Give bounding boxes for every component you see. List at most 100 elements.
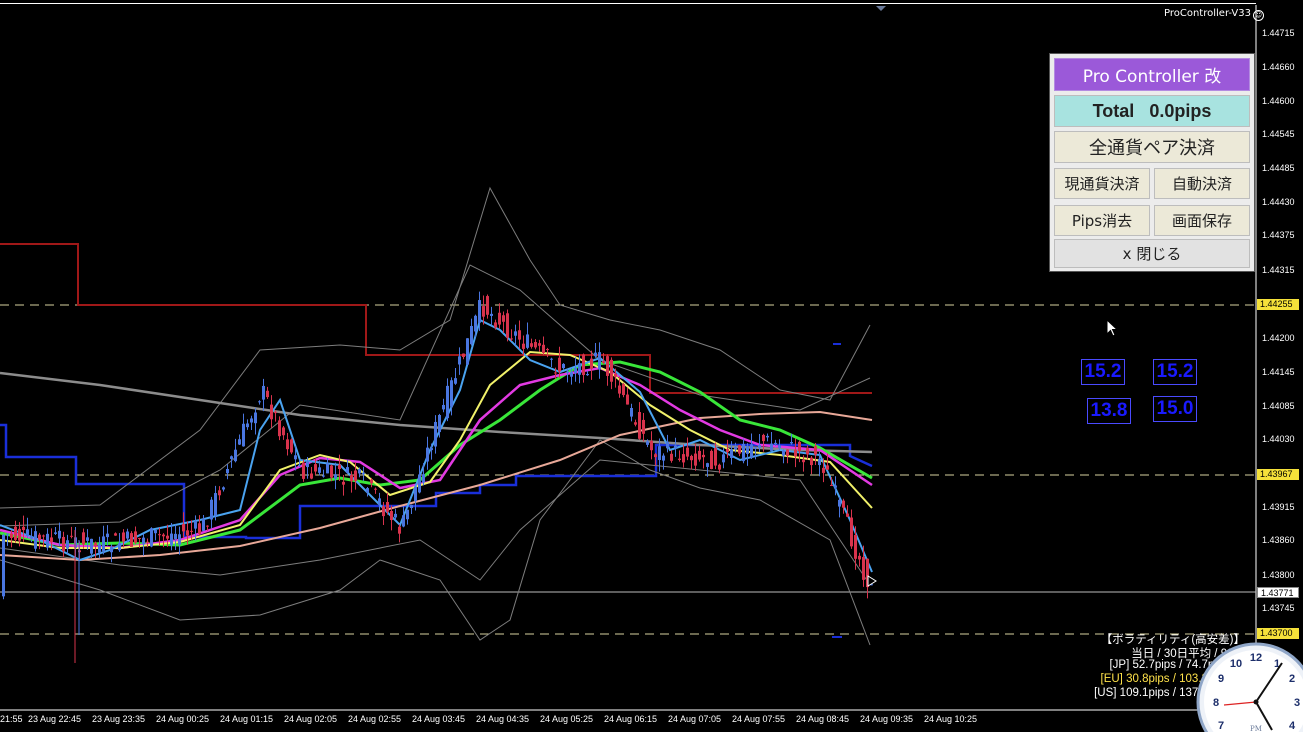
candle-body xyxy=(510,338,513,340)
clock-number: 8 xyxy=(1213,697,1219,709)
candle-body xyxy=(474,315,477,332)
clock-number: 4 xyxy=(1289,720,1296,732)
candle-body xyxy=(494,322,497,328)
candle-body xyxy=(10,533,13,538)
auto-close-button[interactable]: 自動決済 xyxy=(1154,168,1250,199)
candle-body xyxy=(846,513,849,517)
candle-body xyxy=(106,533,109,538)
candle-body xyxy=(30,536,33,539)
candle-body xyxy=(642,419,645,434)
candle-body xyxy=(154,529,157,534)
candle-body xyxy=(70,535,73,537)
candle-body xyxy=(786,449,789,456)
candle-body xyxy=(606,356,609,376)
time-axis-label: 24 Aug 03:45 xyxy=(412,714,466,724)
candle-body xyxy=(82,532,85,545)
candle-body xyxy=(102,536,105,552)
candle-body xyxy=(190,530,193,532)
candle-body xyxy=(482,306,485,317)
candle-body xyxy=(114,533,117,536)
candle-body xyxy=(266,390,269,398)
candle-body xyxy=(758,444,761,448)
candle-body xyxy=(38,534,41,540)
candle-body xyxy=(138,538,141,540)
price-axis-label: 1.44430 xyxy=(1262,197,1295,207)
candle-body xyxy=(54,532,57,534)
time-axis-label: 23 Aug 22:45 xyxy=(28,714,82,724)
candle-body xyxy=(722,454,725,463)
candle-body xyxy=(358,468,361,474)
candle-body xyxy=(286,439,289,450)
candle-body xyxy=(566,371,569,373)
candle-body xyxy=(210,499,213,520)
price-axis-label: 1.44030 xyxy=(1262,434,1295,444)
candle-body xyxy=(806,448,809,455)
candle-body xyxy=(810,457,813,466)
chart-top-border xyxy=(0,3,1256,4)
candle-body xyxy=(802,459,805,463)
candle-body xyxy=(662,455,665,461)
candle-body xyxy=(818,458,821,466)
time-axis-label: 24 Aug 06:15 xyxy=(604,714,658,724)
close-current-pair-button[interactable]: 現通貨決済 xyxy=(1054,168,1150,199)
candle-body xyxy=(94,542,97,547)
candle-body xyxy=(134,531,137,543)
value-box: 15.0 xyxy=(1153,396,1197,422)
candle-body xyxy=(34,531,37,549)
price-tag-level-top: 1.44255 xyxy=(1257,299,1299,310)
candle-body xyxy=(698,450,701,460)
candle-body xyxy=(538,343,541,346)
candle-body xyxy=(42,535,45,537)
candle-body xyxy=(522,343,525,349)
candle-body xyxy=(766,435,769,438)
candle-body xyxy=(26,529,29,536)
candle-body xyxy=(230,456,233,459)
time-axis-label: 24 Aug 09:35 xyxy=(860,714,914,724)
candle-body xyxy=(22,526,25,531)
total-pips-display: Total 0.0pips xyxy=(1054,95,1250,127)
candle-body xyxy=(694,453,697,466)
save-screen-button[interactable]: 画面保存 xyxy=(1154,205,1250,236)
candle-body xyxy=(170,533,173,546)
candle-body xyxy=(834,485,837,488)
clear-pips-button[interactable]: Pips消去 xyxy=(1054,205,1150,236)
signal-marker xyxy=(832,636,842,638)
candle-body xyxy=(650,440,653,451)
candle-body xyxy=(62,536,65,552)
candle-body xyxy=(850,517,853,547)
candle-body xyxy=(682,454,685,463)
candle-body xyxy=(594,352,597,357)
candle-body xyxy=(330,465,333,478)
candle-body xyxy=(742,443,745,462)
candle-body xyxy=(290,439,293,453)
candle-body xyxy=(58,530,61,539)
candle-body xyxy=(166,535,169,539)
candle-body xyxy=(730,449,733,458)
candle-body xyxy=(378,498,381,505)
price-axis-label: 1.44485 xyxy=(1262,163,1295,173)
time-axis-label: 23 Aug 23:35 xyxy=(92,714,146,724)
candle-body xyxy=(734,447,737,450)
candle-body xyxy=(470,325,473,345)
panel-header[interactable]: Pro Controller 改 xyxy=(1054,58,1250,91)
candle-body xyxy=(338,464,341,470)
candle-body xyxy=(658,446,661,461)
candle-body xyxy=(442,404,445,410)
candle-body xyxy=(142,537,145,545)
candle-body xyxy=(686,447,689,457)
price-axis-label: 1.43915 xyxy=(1262,502,1295,512)
candle-body xyxy=(838,499,841,507)
candle-body xyxy=(270,404,273,420)
candle-body xyxy=(122,532,125,542)
candle-body xyxy=(450,380,453,407)
candle-body xyxy=(674,445,677,449)
price-tag-level-mid: 1.43967 xyxy=(1257,469,1299,480)
close-panel-button[interactable]: x 閉じる xyxy=(1054,239,1250,268)
candle-body xyxy=(326,463,329,474)
candle-body xyxy=(562,363,565,369)
close-all-pairs-button[interactable]: 全通貨ペア決済 xyxy=(1054,131,1250,163)
time-axis-label: 24 Aug 10:25 xyxy=(924,714,978,724)
smiley-icon: ☺ xyxy=(1253,10,1265,21)
candle-body xyxy=(610,359,613,382)
price-axis-label: 1.44660 xyxy=(1262,62,1295,72)
